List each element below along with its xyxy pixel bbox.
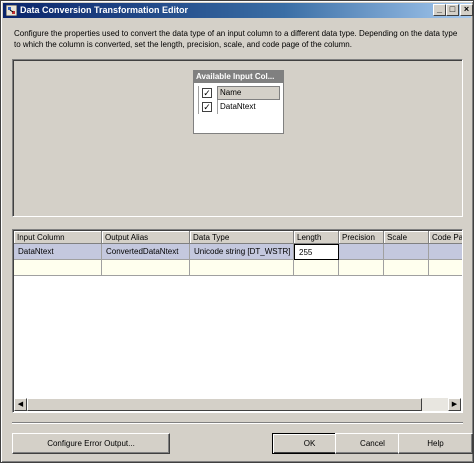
cell-data-type[interactable]: Unicode string [DT_WSTR] [190,244,294,260]
header-data-type[interactable]: Data Type [190,231,294,244]
header-code-page[interactable]: Code Page [429,231,462,244]
new-cell-length[interactable] [294,260,339,276]
new-cell-precision[interactable] [339,260,384,276]
name-column-header: Name [220,88,242,97]
new-cell-input-column[interactable] [14,260,102,276]
scroll-right-icon[interactable]: ▶ [448,398,461,411]
available-columns-grid: ✓ Name ✓ DataNtext [198,86,280,114]
new-row[interactable] [14,260,462,276]
transform-app-icon [6,5,17,16]
conversion-grid: Input Column Output Alias Data Type Leng… [12,229,463,413]
new-cell-data-type[interactable] [190,260,294,276]
help-button[interactable]: Help [398,433,473,454]
minimize-icon[interactable]: _ [433,4,446,16]
maximize-icon[interactable]: □ [446,4,459,16]
horizontal-scrollbar[interactable]: ◀ ▶ [14,398,461,411]
new-cell-scale[interactable] [384,260,429,276]
configure-error-output-button[interactable]: Configure Error Output... [12,433,170,454]
header-input-column[interactable]: Input Column [14,231,102,244]
dialog-window: Data Conversion Transformation Editor _ … [0,0,474,463]
table-row[interactable]: DataNtext ConvertedDataNtext Unicode str… [14,244,462,260]
grid-header: Input Column Output Alias Data Type Leng… [14,231,462,244]
header-output-alias[interactable]: Output Alias [102,231,190,244]
new-cell-code-page[interactable] [429,260,462,276]
available-columns-header[interactable]: Available Input Col... [194,71,283,83]
header-scale[interactable]: Scale [384,231,429,244]
close-icon[interactable]: × [460,4,473,16]
cell-length-editor[interactable]: 255 [294,244,339,260]
scroll-left-icon[interactable]: ◀ [14,398,27,411]
cell-code-page[interactable] [429,244,462,260]
header-precision[interactable]: Precision [339,231,384,244]
window-title: Data Conversion Transformation Editor [20,5,189,15]
new-cell-output-alias[interactable] [102,260,190,276]
divider [12,422,463,424]
column-designer-area: Available Input Col... ✓ Name ✓ DataNtex… [12,59,463,217]
description-text: Configure the properties used to convert… [14,29,458,49]
cell-output-alias[interactable]: ConvertedDataNtext [102,244,190,260]
available-column-row[interactable]: ✓ DataNtext [199,100,280,114]
cell-precision[interactable] [339,244,384,260]
header-length[interactable]: Length [294,231,339,244]
available-columns-header-row: ✓ Name [199,86,280,100]
cell-scale[interactable] [384,244,429,260]
select-all-checkbox[interactable]: ✓ [202,88,212,98]
column-checkbox-datantext[interactable]: ✓ [202,102,212,112]
cell-input-column[interactable]: DataNtext [14,244,102,260]
available-input-columns-box[interactable]: Available Input Col... ✓ Name ✓ DataNtex… [193,70,284,134]
column-name-datantext: DataNtext [220,102,256,111]
title-bar[interactable]: Data Conversion Transformation Editor _ … [3,3,473,18]
scroll-thumb[interactable] [27,398,422,411]
